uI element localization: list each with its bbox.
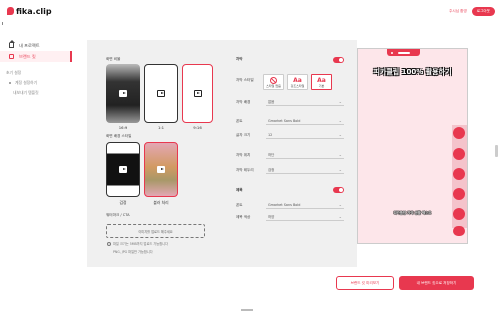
preview-like-icon (453, 127, 465, 139)
scrollbar[interactable] (495, 145, 498, 157)
subtitle-outline-select[interactable]: 검정 ⌄ (266, 166, 344, 174)
chevron-down-icon: ⌄ (338, 118, 342, 123)
ratio-label: 1:1 (157, 125, 165, 130)
select-value: 검정 (268, 168, 275, 172)
subtitle-size-label: 글자 크기 (236, 133, 251, 137)
button-label: 브랜드 킷 미리보기 (350, 280, 380, 285)
user-greeting: 주시님 환영 (449, 8, 467, 13)
cta-upload-dropzone[interactable]: 이미지를 업로드 해주세요 (106, 224, 205, 238)
background-blur-card[interactable] (144, 142, 178, 197)
subtitle-bg-label: 자막 배경 (236, 100, 251, 104)
background-label: 블러 처리 (153, 200, 169, 205)
brand-kit-icon (9, 54, 14, 59)
subtitle-font-label: 폰트 (236, 119, 243, 123)
preview-subtitle: 피카클립 자막 샘플 텍스트 (393, 211, 432, 215)
background-style-title: 화면 배경 스타일 (106, 134, 132, 138)
subtitle-outline-label: 자막 테두리 (236, 168, 254, 172)
sidebar: 내 프로젝트 브랜드 킷 초기 설정 계정 설정하기 내보내기 템플릿 (0, 22, 72, 314)
ratio-16-9-card[interactable] (106, 64, 140, 123)
style-option-label: 기본 (318, 83, 325, 88)
title-section-title: 제목 (236, 188, 243, 192)
chevron-down-icon: ⌄ (338, 152, 342, 157)
preview-remix-icon (453, 188, 465, 200)
title-toggle[interactable] (333, 187, 344, 193)
chevron-down-icon: ⌄ (338, 167, 342, 172)
logout-button[interactable]: 로그아웃 (471, 6, 495, 16)
ratio-label: 9:16 (193, 125, 202, 130)
logo-text: fika.clip (16, 6, 52, 16)
sidebar-item-projects[interactable]: 내 프로젝트 (0, 40, 72, 51)
preview-title: 피카클립 100% 활용하기 (373, 68, 452, 76)
preview-comment-icon (453, 148, 465, 160)
style-option-label: 스타일 없음 (266, 83, 281, 88)
select-value: 12 (268, 132, 273, 137)
sidebar-item-account[interactable]: 계정 설정하기 (0, 78, 72, 88)
select-value: Gmarket Sans Bold (268, 118, 301, 123)
title-color-label: 제목 색상 (236, 215, 251, 219)
preview-audio-icon (453, 226, 465, 236)
subtitle-section-title: 자막 (236, 57, 243, 61)
cta-title: 워터마크 / CTA (106, 213, 130, 217)
preview-brand-kit-button[interactable]: 브랜드 킷 미리보기 (336, 276, 394, 290)
ratio-title: 화면 비율 (106, 57, 121, 61)
play-icon (157, 166, 165, 173)
style-option-label: 강조스타일 (290, 83, 305, 88)
select-value: 없음 (268, 100, 275, 104)
sidebar-item-label: 브랜드 킷 (19, 53, 36, 59)
logo[interactable]: fika.clip (7, 7, 52, 16)
chevron-down-icon: ⌄ (338, 202, 342, 207)
chevron-down-icon: ⌄ (338, 99, 342, 104)
sidebar-item-label: 계정 설정하기 (15, 80, 38, 85)
style-option-glyph: Aa (293, 76, 302, 84)
sidebar-item-label: 내 프로젝트 (19, 42, 40, 48)
style-option-none[interactable]: 스타일 없음 (263, 74, 284, 90)
sidebar-section-title: 초기 설정 (6, 70, 22, 75)
upload-note-type: PNG, JPG 파일만 가능합니다 (113, 250, 153, 254)
phone-notch (387, 49, 420, 56)
play-icon (119, 166, 127, 173)
subtitle-style-label: 자막 스타일 (236, 78, 254, 82)
home-icon (9, 40, 15, 48)
top-bar: fika.clip 주시님 환영 로그아웃 (0, 0, 502, 22)
app-root: fika.clip 주시님 환영 로그아웃 내 프로젝트 브랜드 킷 초기 설정… (0, 0, 502, 314)
logo-icon (7, 7, 14, 15)
subtitle-position-label: 자막 위치 (236, 153, 251, 157)
subtitle-bg-select[interactable]: 없음 ⌄ (266, 98, 344, 106)
title-font-select[interactable]: Gmarket Sans Bold ⌄ (266, 201, 344, 209)
upload-note-size: 파일 크기는 5MB까지 업로드 가능합니다 (113, 242, 169, 246)
play-icon (193, 90, 202, 97)
style-option-glyph: Aa (317, 76, 326, 84)
none-icon (270, 76, 277, 84)
title-color-select[interactable]: 하양 ⌄ (266, 213, 344, 221)
preview-share-icon (453, 168, 465, 180)
settings-icon (9, 82, 11, 84)
style-option-emphasis[interactable]: Aa 강조스타일 (287, 74, 308, 90)
ratio-label: 16:9 (118, 125, 128, 130)
background-label: 검정 (119, 200, 127, 205)
select-value: 하단 (268, 153, 275, 157)
chevron-down-icon: ⌄ (338, 214, 342, 219)
play-icon (119, 90, 127, 97)
style-option-basic[interactable]: Aa 기본 (311, 74, 332, 90)
sidebar-item-export[interactable]: 내보내기 템플릿 (0, 88, 72, 98)
subtitle-font-select[interactable]: Gmarket Sans Bold ⌄ (266, 117, 344, 125)
subtitle-size-select[interactable]: 12 ⌄ (266, 131, 344, 139)
select-value: Gmarket Sans Bold (268, 202, 301, 207)
ratio-9-16-card[interactable] (182, 64, 213, 123)
select-value: 하양 (268, 215, 275, 219)
title-font-label: 폰트 (236, 203, 243, 207)
button-label: 내 브랜드 킷으로 저장하기 (416, 280, 457, 285)
upload-note: 파일 크기는 5MB까지 업로드 가능합니다 (107, 241, 168, 246)
chevron-down-icon: ⌄ (338, 132, 342, 137)
subtitle-toggle[interactable] (333, 57, 344, 63)
resize-handle[interactable] (241, 309, 253, 311)
save-brand-kit-button[interactable]: 내 브랜드 킷으로 저장하기 (399, 276, 474, 290)
subtitle-position-select[interactable]: 하단 ⌄ (266, 151, 344, 159)
play-icon (157, 90, 165, 97)
info-icon (107, 242, 111, 246)
sidebar-item-brand-kit[interactable]: 브랜드 킷 (0, 51, 72, 62)
background-black-card[interactable] (106, 142, 140, 197)
ratio-1-1-card[interactable] (144, 64, 178, 123)
sidebar-item-label: 내보내기 템플릿 (13, 90, 39, 95)
